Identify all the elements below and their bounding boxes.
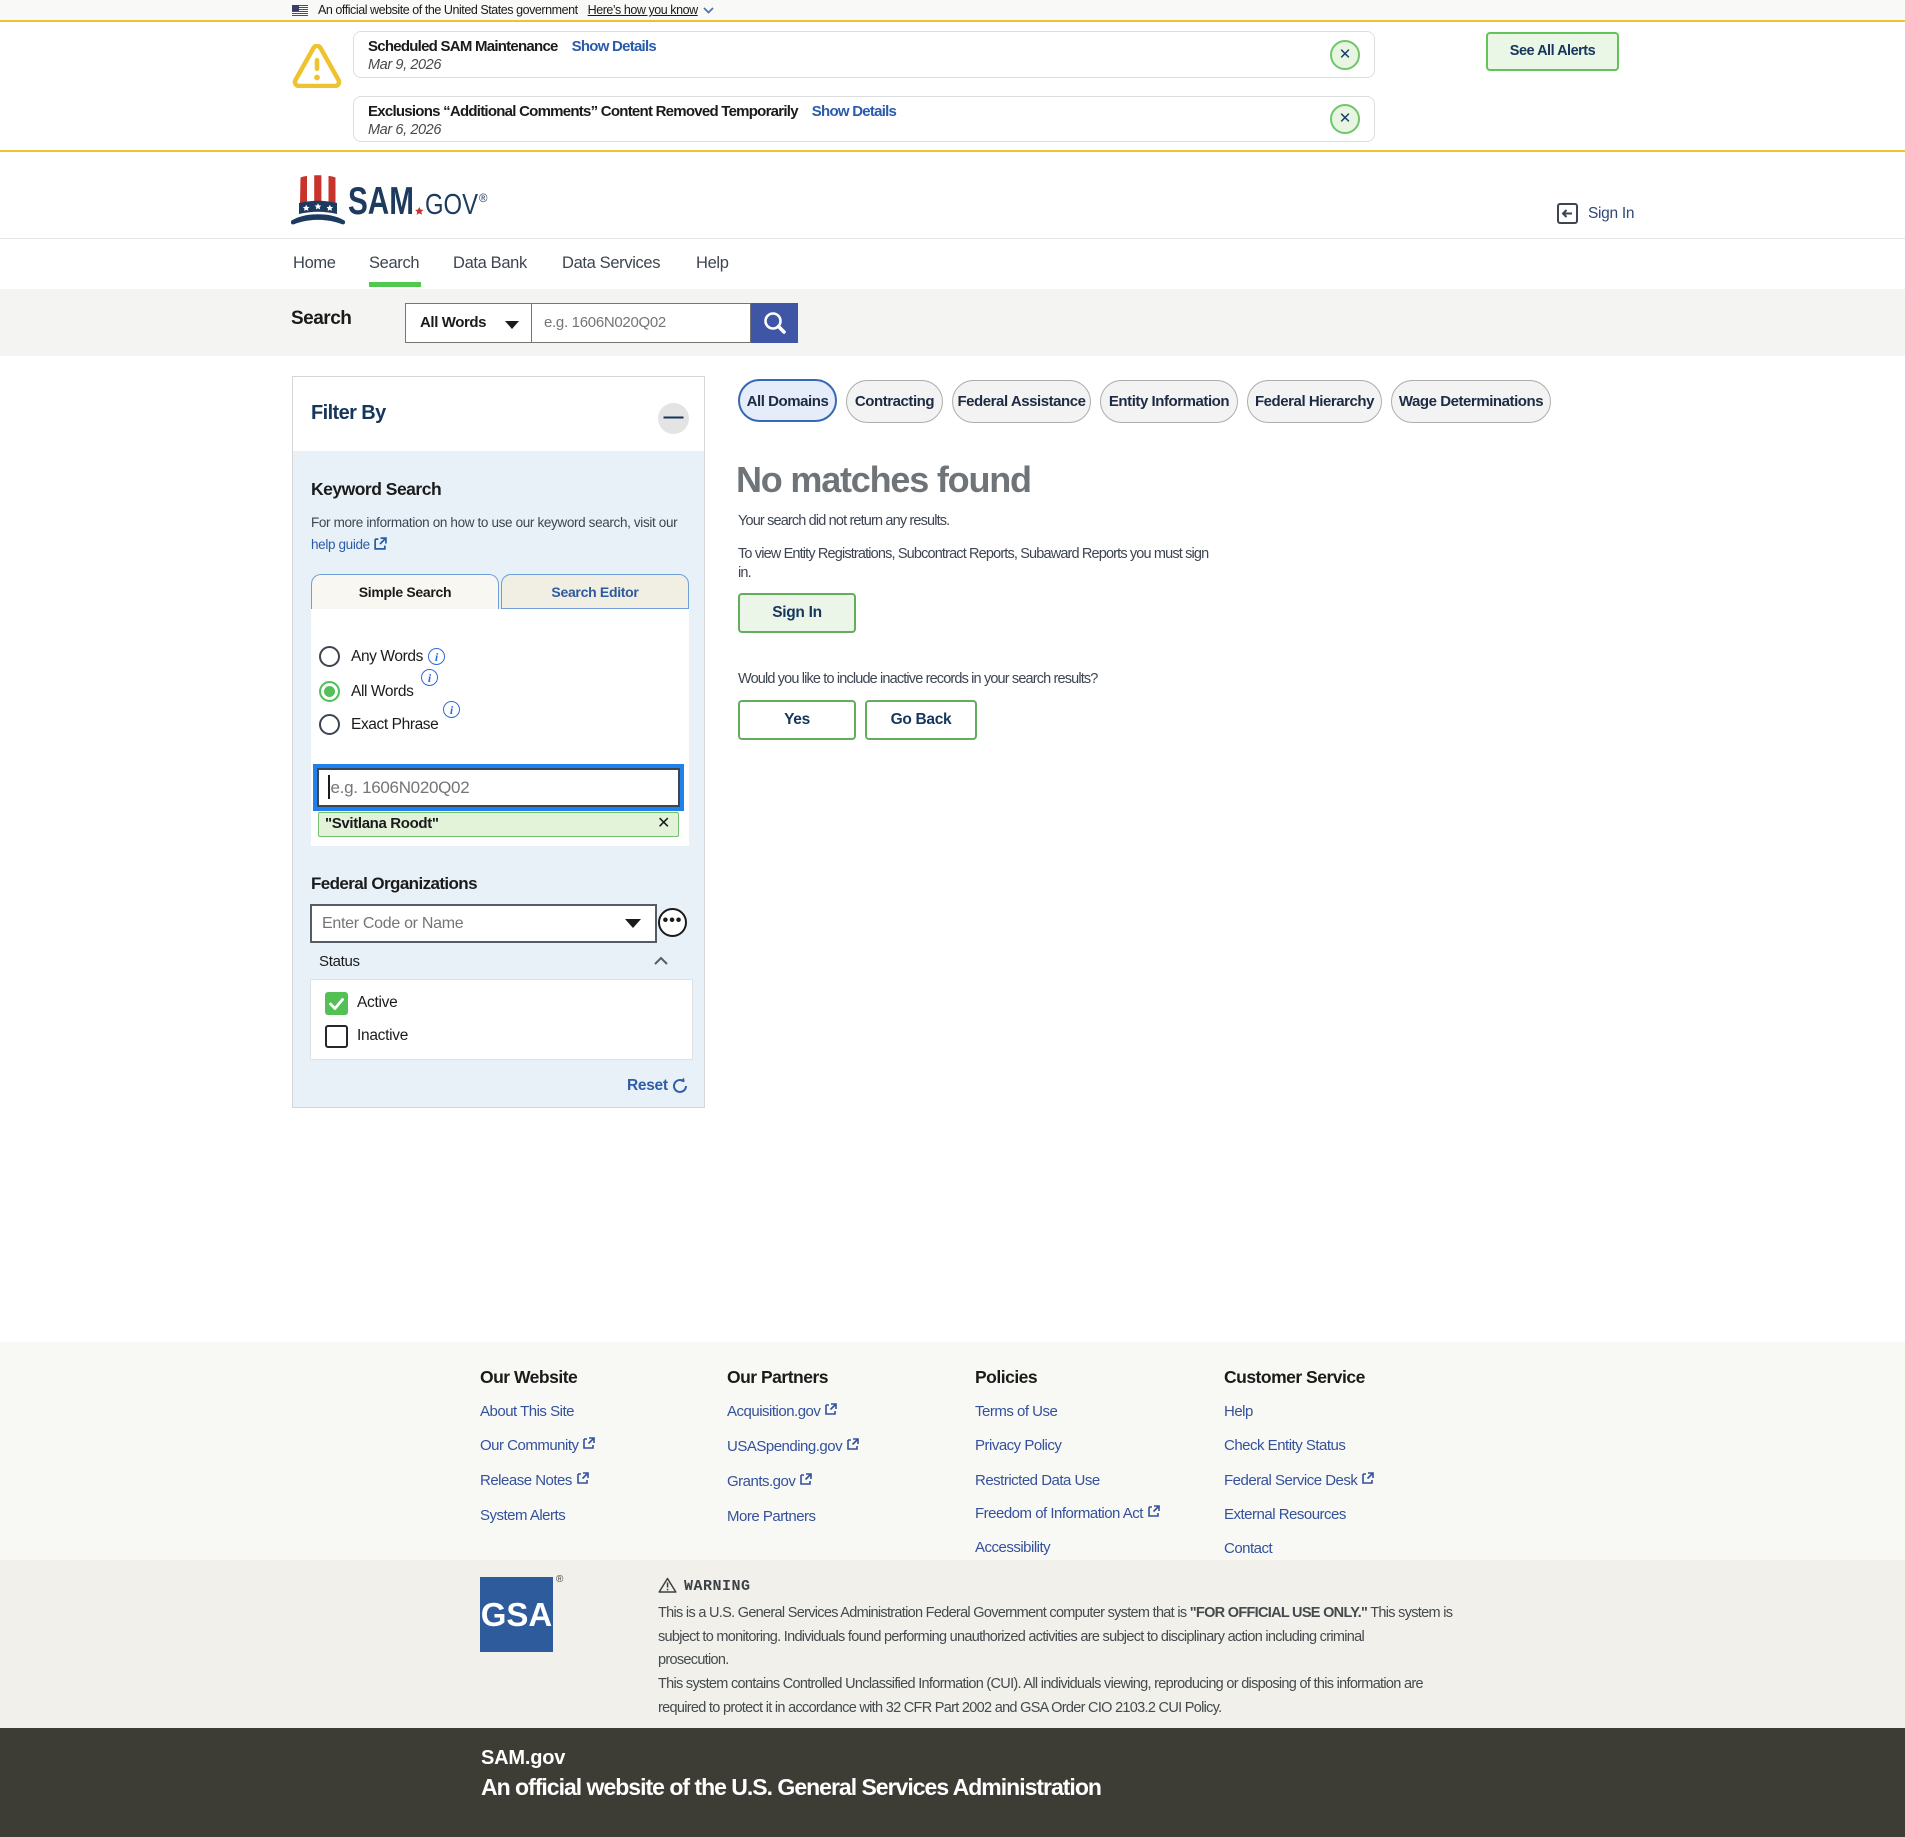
svg-text:SAM: SAM [348,180,414,223]
svg-text:GOV: GOV [425,189,479,221]
svg-text:®: ® [479,193,488,205]
